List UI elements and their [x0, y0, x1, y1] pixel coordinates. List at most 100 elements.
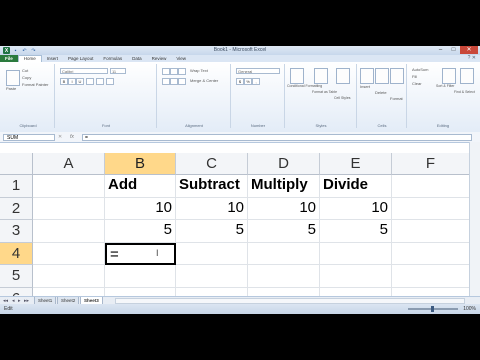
insert-function-icon[interactable]: fx	[70, 134, 74, 140]
italic-button[interactable]: I	[68, 78, 76, 85]
font-name-field[interactable]: Calibri	[60, 68, 108, 74]
tab-file[interactable]: File	[0, 55, 18, 62]
cell-f2[interactable]	[392, 197, 470, 221]
cell-a5[interactable]	[33, 265, 105, 288]
cell-e3[interactable]: 5	[320, 220, 392, 243]
borders-icon[interactable]	[86, 78, 94, 85]
cell-c2[interactable]: 10	[176, 197, 248, 221]
wrap-text-button[interactable]: Wrap Text	[190, 68, 208, 73]
cell-e5[interactable]	[320, 265, 392, 288]
window-controls: – □ ✕	[434, 46, 478, 54]
tab-page-layout[interactable]: Page Layout	[63, 55, 98, 62]
select-all-corner[interactable]	[0, 153, 33, 175]
cut-button[interactable]: Cut	[22, 68, 28, 73]
tab-formulas[interactable]: Formulas	[98, 55, 127, 62]
cell-b4[interactable]: =	[105, 242, 176, 266]
tab-view[interactable]: View	[171, 55, 191, 62]
column-header-d[interactable]: D	[248, 153, 320, 175]
cell-e4[interactable]	[320, 242, 392, 266]
help-icon[interactable]: ? ✕	[468, 55, 476, 61]
cell-c4[interactable]	[176, 242, 248, 266]
row-header-4[interactable]: 4	[0, 242, 33, 266]
tab-home[interactable]: Home	[17, 55, 42, 62]
cell-e1[interactable]: Divide	[320, 175, 392, 198]
cell-a3[interactable]	[33, 220, 105, 243]
cell-b1[interactable]: Add	[105, 175, 176, 198]
row-header-1[interactable]: 1	[0, 175, 33, 198]
fill-color-icon[interactable]	[96, 78, 104, 85]
vertical-scrollbar[interactable]	[469, 142, 480, 296]
comma-button[interactable]: ,	[252, 78, 260, 85]
cell-styles-icon[interactable]	[336, 68, 350, 84]
cell-f3[interactable]	[392, 220, 470, 243]
tab-insert[interactable]: Insert	[42, 55, 63, 62]
bold-button[interactable]: B	[60, 78, 68, 85]
cell-c3[interactable]: 5	[176, 220, 248, 243]
row-header-5[interactable]: 5	[0, 265, 33, 288]
minimize-button[interactable]: –	[434, 46, 447, 54]
cell-c5[interactable]	[176, 265, 248, 288]
cells-group: Insert Delete Format Cells	[358, 64, 407, 128]
tab-review[interactable]: Review	[147, 55, 172, 62]
sort-filter-icon[interactable]	[442, 68, 456, 84]
paste-icon[interactable]	[6, 70, 20, 86]
font-color-icon[interactable]	[106, 78, 114, 85]
maximize-button[interactable]: □	[447, 46, 460, 54]
zoom-level[interactable]: 100%	[463, 306, 476, 312]
zoom-slider-thumb[interactable]	[431, 306, 434, 312]
number-format-field[interactable]: General	[236, 68, 280, 74]
align-right-icon[interactable]	[178, 78, 186, 85]
autosum-button[interactable]: AutoSum	[412, 67, 428, 72]
font-size-field[interactable]: 11	[110, 68, 126, 74]
formula-input[interactable]: =	[82, 134, 472, 141]
format-as-table-icon[interactable]	[314, 68, 328, 84]
underline-button[interactable]: U	[76, 78, 84, 85]
currency-button[interactable]: $	[236, 78, 244, 85]
column-header-e[interactable]: E	[320, 153, 392, 175]
cell-d3[interactable]: 5	[248, 220, 320, 243]
name-box[interactable]: SUM	[3, 134, 55, 141]
cell-styles-label: Cell Styles	[334, 96, 351, 100]
close-button[interactable]: ✕	[460, 46, 478, 54]
align-middle-icon[interactable]	[170, 68, 178, 75]
cell-b3[interactable]: 5	[105, 220, 176, 243]
format-icon[interactable]	[390, 68, 404, 84]
cell-f4[interactable]	[392, 242, 470, 266]
find-select-label: Find & Select	[454, 90, 475, 94]
align-left-icon[interactable]	[162, 78, 170, 85]
cell-c1[interactable]: Subtract	[176, 175, 248, 198]
cancel-icon[interactable]: ✕	[58, 134, 62, 140]
delete-icon[interactable]	[375, 68, 389, 84]
cell-d5[interactable]	[248, 265, 320, 288]
align-center-icon[interactable]	[170, 78, 178, 85]
merge-center-button[interactable]: Merge & Center	[190, 78, 218, 83]
cell-b5[interactable]	[105, 265, 176, 288]
cell-e2[interactable]: 10	[320, 197, 392, 221]
row-header-2[interactable]: 2	[0, 197, 33, 221]
column-header-a[interactable]: A	[33, 153, 105, 175]
find-select-icon[interactable]	[460, 68, 474, 84]
cell-f1[interactable]	[392, 175, 470, 198]
row-header-3[interactable]: 3	[0, 220, 33, 243]
copy-button[interactable]: Copy	[22, 75, 31, 80]
cell-a2[interactable]	[33, 197, 105, 221]
tab-data[interactable]: Data	[127, 55, 147, 62]
percent-button[interactable]: %	[244, 78, 252, 85]
align-bottom-icon[interactable]	[178, 68, 186, 75]
column-header-c[interactable]: C	[176, 153, 248, 175]
cell-a1[interactable]	[33, 175, 105, 198]
cell-d4[interactable]	[248, 242, 320, 266]
conditional-formatting-icon[interactable]	[290, 68, 304, 84]
cell-a4[interactable]	[33, 242, 105, 266]
format-painter-button[interactable]: Format Painter	[22, 82, 48, 87]
cell-b2[interactable]: 10	[105, 197, 176, 221]
column-header-f[interactable]: F	[392, 153, 470, 175]
cell-f5[interactable]	[392, 265, 470, 288]
fill-button[interactable]: Fill	[412, 74, 417, 79]
align-top-icon[interactable]	[162, 68, 170, 75]
column-header-b[interactable]: B	[105, 153, 176, 175]
insert-icon[interactable]	[360, 68, 374, 84]
clear-button[interactable]: Clear	[412, 81, 422, 86]
cell-d2[interactable]: 10	[248, 197, 320, 221]
cell-d1[interactable]: Multiply	[248, 175, 320, 198]
